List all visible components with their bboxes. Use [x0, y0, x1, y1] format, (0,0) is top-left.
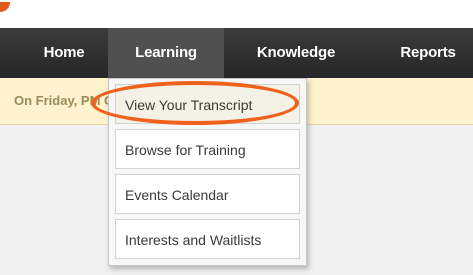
menu-item-events-calendar[interactable]: Events Calendar: [115, 174, 300, 214]
main-nav-bar: Home Learning Knowledge Reports: [0, 28, 473, 78]
nav-learning[interactable]: Learning: [108, 28, 224, 78]
learning-dropdown-menu: View Your Transcript Browse for Training…: [108, 78, 307, 266]
nav-knowledge[interactable]: Knowledge: [230, 28, 362, 78]
top-strip: [0, 0, 473, 28]
nav-reports[interactable]: Reports: [378, 28, 473, 78]
nav-home[interactable]: Home: [20, 28, 108, 78]
menu-item-interests-waitlists[interactable]: Interests and Waitlists: [115, 219, 300, 259]
menu-item-view-transcript[interactable]: View Your Transcript: [115, 84, 300, 124]
menu-item-browse-training[interactable]: Browse for Training: [115, 129, 300, 169]
logo-icon: [0, 2, 10, 12]
